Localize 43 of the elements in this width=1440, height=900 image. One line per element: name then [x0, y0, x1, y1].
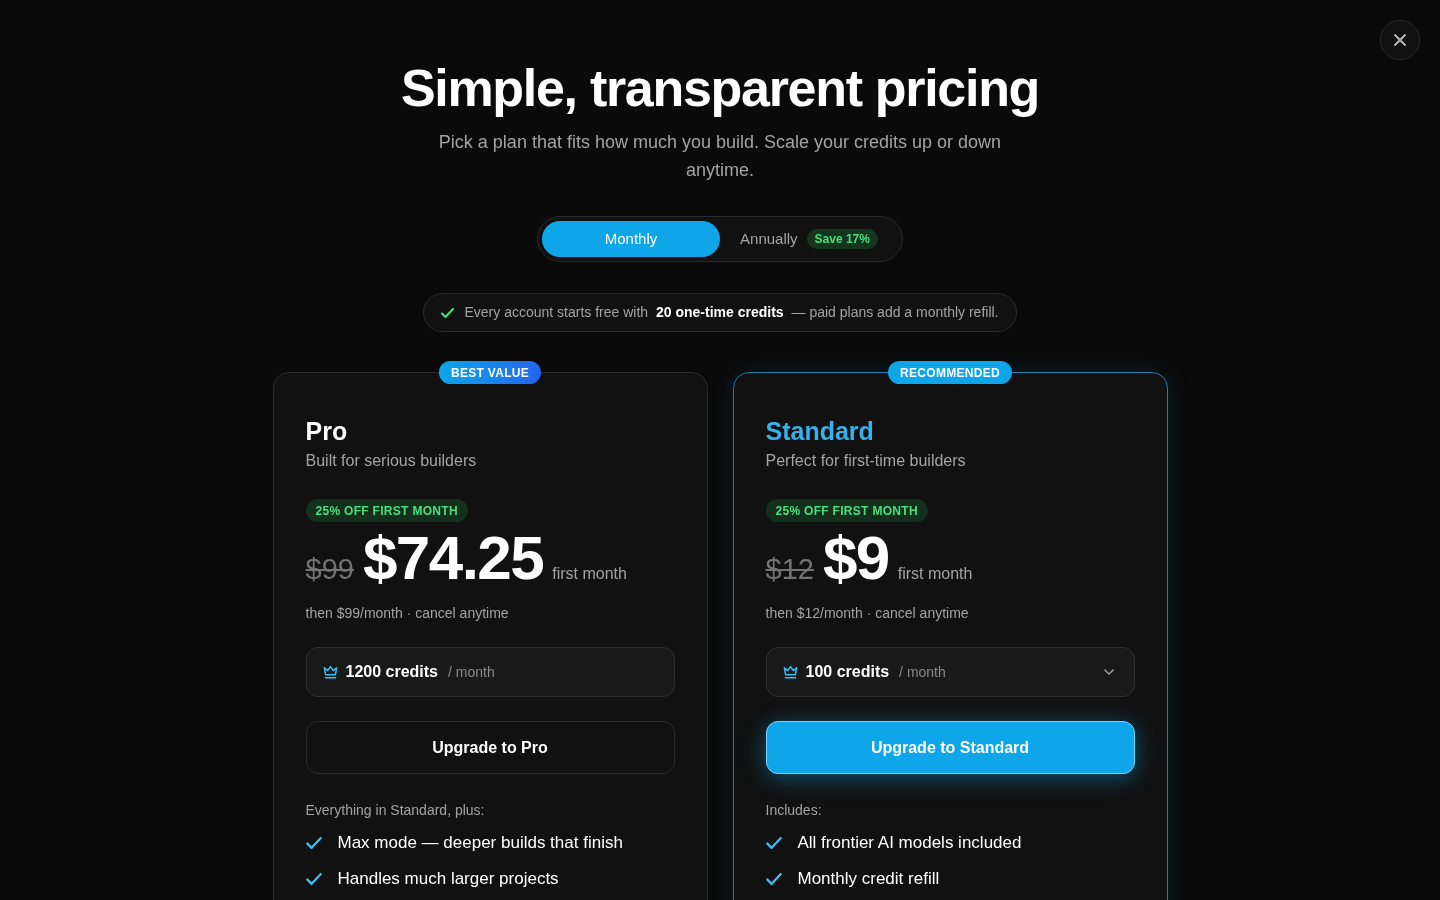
page-subtitle: Pick a plan that fits how much you build. Scale your credits up or down anytime. [437, 131, 1003, 182]
price: $9 [822, 526, 889, 590]
check-icon [305, 837, 322, 849]
renewal-note: then $12/month · cancel anytime [765, 604, 969, 623]
credits-amount: 1200 credits [345, 662, 438, 682]
price-note: first month [897, 564, 973, 584]
check-icon [765, 837, 782, 849]
old-price: $99 [305, 552, 354, 587]
features-heading: Includes: [765, 801, 822, 820]
plan-tagline: Perfect for first-time builders [765, 451, 966, 471]
billing-tab[interactable]: Annually Save 17% [720, 221, 898, 257]
close-icon [1394, 34, 1406, 46]
crown-icon [322, 665, 338, 679]
price: $74.25 [362, 526, 544, 590]
credits-unit: / month [448, 662, 495, 682]
plan-tagline: Built for serious builders [305, 451, 477, 471]
chevron-down-icon [1103, 669, 1114, 675]
old-price: $12 [765, 552, 814, 587]
feature-text: Handles much larger projects [337, 869, 559, 889]
notice-text: Every account starts free with 20 one-time credits — paid plans add a monthly refill. [464, 303, 999, 322]
crown-icon [782, 665, 798, 679]
feature-text: Monthly credit refill [797, 869, 940, 889]
renewal-note: then $99/month · cancel anytime [305, 604, 509, 623]
credits-unit: / month [899, 662, 946, 682]
discount-badge: 25% OFF FIRST MONTH [765, 499, 928, 522]
credits-dropdown[interactable]: 100 credits / month [765, 647, 1135, 697]
check-icon [441, 307, 455, 318]
price-note: first month [552, 564, 627, 584]
check-icon [765, 873, 782, 885]
plan-name: Standard [765, 416, 874, 446]
plan-ribbon: BEST VALUE [438, 361, 542, 384]
save-badge: Save 17% [806, 229, 878, 249]
check-icon [305, 873, 322, 885]
features-heading: Everything in Standard, plus: [305, 801, 485, 820]
feature-text: Max mode — deeper builds that finish [337, 833, 623, 853]
feature-text: All frontier AI models included [797, 833, 1022, 853]
close-button[interactable] [1380, 20, 1420, 60]
credits-amount: 100 credits [805, 662, 890, 682]
plan-name: Pro [305, 416, 348, 446]
plan-ribbon: RECOMMENDED [888, 361, 1012, 384]
discount-badge: 25% OFF FIRST MONTH [305, 499, 468, 522]
page-title: Simple, transparent pricing [400, 58, 1040, 118]
upgrade-button[interactable]: Upgrade to Pro [305, 721, 675, 774]
